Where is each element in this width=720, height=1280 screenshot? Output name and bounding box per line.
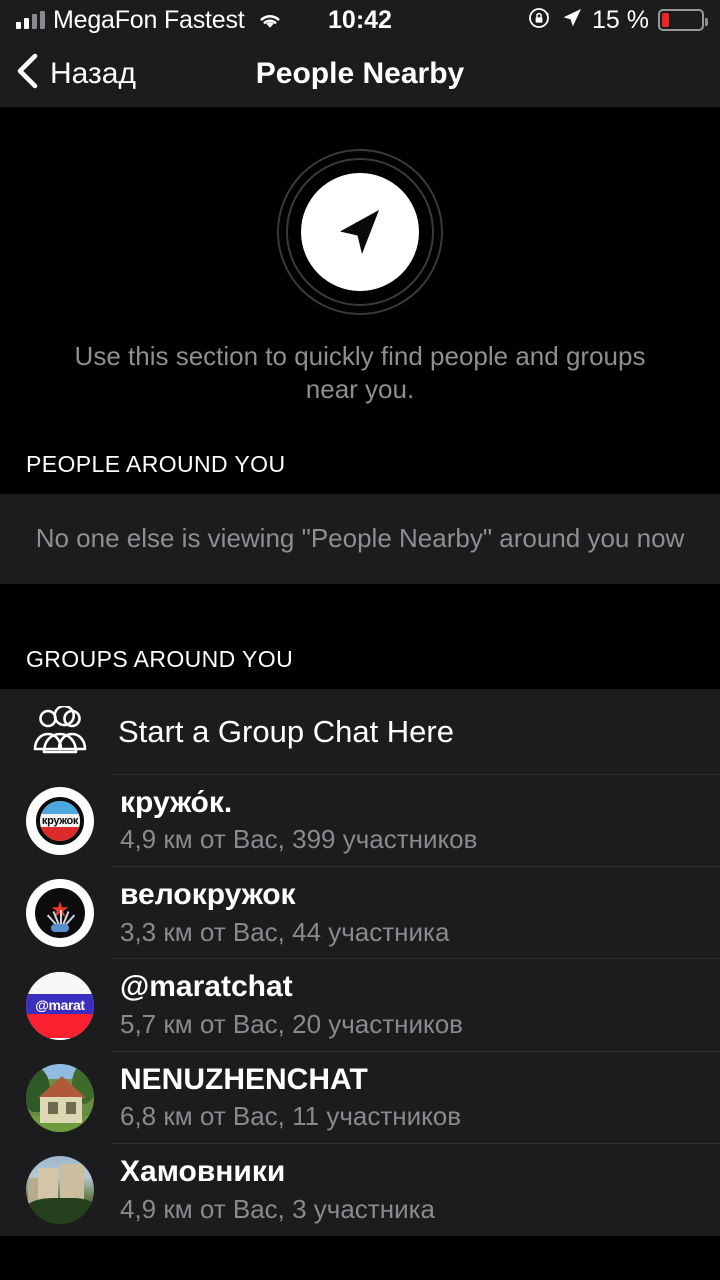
back-button[interactable]: Назад — [0, 51, 136, 96]
group-row[interactable]: @marat @maratchat 5,7 км от Вас, 20 учас… — [0, 959, 720, 1051]
groups-list: Start a Group Chat Here кружок кружо́к. … — [0, 689, 720, 1237]
hero-description: Use this section to quickly find people … — [0, 340, 720, 407]
start-group-chat-label: Start a Group Chat Here — [118, 713, 454, 751]
avatar: кружок — [26, 787, 94, 855]
signal-bars-icon — [16, 11, 45, 29]
hero-section: Use this section to quickly find people … — [0, 108, 720, 451]
people-section-header: PEOPLE AROUND YOU — [0, 451, 720, 494]
group-title: NENUZHENCHAT — [120, 1062, 461, 1099]
location-arrow-radar-icon — [260, 146, 460, 318]
group-row-text: Хамовники 4,9 км от Вас, 3 участника — [120, 1144, 435, 1236]
chevron-left-icon — [14, 51, 40, 96]
group-subtitle: 3,3 км от Вас, 44 участника — [120, 916, 449, 950]
avatar: @marat — [26, 972, 94, 1040]
location-arrow-icon — [561, 7, 583, 34]
group-row-text: кружо́к. 4,9 км от Вас, 399 участников — [120, 775, 477, 867]
wifi-icon — [257, 10, 283, 30]
carrier-label: MegaFon Fastest — [53, 6, 245, 35]
avatar: ★ — [26, 879, 94, 947]
groups-section-header: GROUPS AROUND YOU — [0, 646, 720, 689]
rotation-lock-icon — [528, 6, 552, 35]
navigation-bar: Назад People Nearby — [0, 40, 720, 108]
group-subtitle: 4,9 км от Вас, 399 участников — [120, 823, 477, 857]
avatar-label: кружок — [42, 815, 78, 827]
location-disc — [301, 173, 419, 291]
avatar-label: @marat — [26, 972, 94, 1039]
group-row[interactable]: Хамовники 4,9 км от Вас, 3 участника — [0, 1144, 720, 1236]
battery-percent-label: 15 % — [592, 6, 649, 35]
avatar — [26, 1064, 94, 1132]
group-row[interactable]: NENUZHENCHAT 6,8 км от Вас, 11 участнико… — [0, 1052, 720, 1144]
group-people-icon — [28, 706, 92, 758]
group-row[interactable]: кружок кружо́к. 4,9 км от Вас, 399 участ… — [0, 775, 720, 867]
avatar — [26, 1156, 94, 1224]
people-nearby-screen: MegaFon Fastest 10:42 — [0, 0, 720, 1280]
battery-low-icon — [658, 9, 704, 31]
people-empty-state: No one else is viewing "People Nearby" a… — [0, 494, 720, 584]
group-title: @maratchat — [120, 969, 463, 1006]
start-group-chat-text: Start a Group Chat Here — [118, 703, 454, 761]
group-title: кружо́к. — [120, 785, 477, 822]
group-subtitle: 5,7 км от Вас, 20 участников — [120, 1008, 463, 1042]
group-row-text: велокружок 3,3 км от Вас, 44 участника — [120, 867, 449, 959]
back-button-label: Назад — [50, 57, 136, 91]
group-subtitle: 4,9 км от Вас, 3 участника — [120, 1193, 435, 1227]
start-group-chat-row[interactable]: Start a Group Chat Here — [0, 689, 720, 775]
group-row-text: @maratchat 5,7 км от Вас, 20 участников — [120, 959, 463, 1051]
group-title: Хамовники — [120, 1154, 435, 1191]
group-row-text: NENUZHENCHAT 6,8 км от Вас, 11 участнико… — [120, 1052, 461, 1144]
status-bar-right: 15 % — [528, 6, 704, 35]
status-bar-left: MegaFon Fastest — [16, 6, 283, 35]
group-subtitle: 6,8 км от Вас, 11 участников — [120, 1100, 461, 1134]
group-row[interactable]: ★ велокружок 3,3 км от Вас, 44 участника — [0, 867, 720, 959]
group-title: велокружок — [120, 877, 449, 914]
section-gap — [0, 584, 720, 646]
status-bar: MegaFon Fastest 10:42 — [0, 0, 720, 40]
